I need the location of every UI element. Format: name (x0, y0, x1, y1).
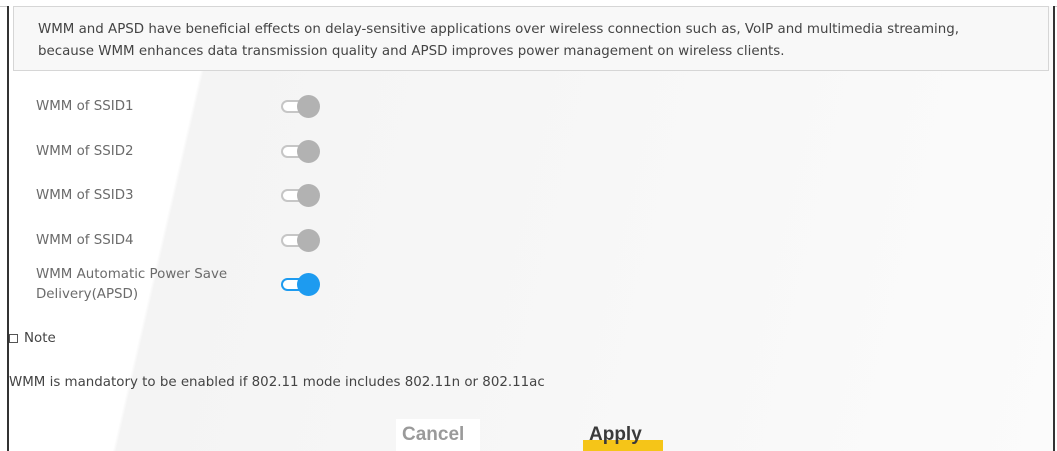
cancel-label: Cancel (402, 424, 465, 445)
wmm-ssid1-toggle[interactable] (281, 94, 323, 120)
toggle-knob (297, 184, 320, 207)
note-title: Note (24, 331, 56, 346)
setting-row-ssid1: WMM of SSID1 (36, 94, 323, 120)
note-icon (9, 334, 18, 343)
toggle-knob (297, 229, 320, 252)
wmm-ssid2-toggle[interactable] (281, 139, 323, 165)
apply-label: Apply (589, 424, 642, 445)
setting-row-ssid3: WMM of SSID3 (36, 183, 323, 209)
setting-row-ssid2: WMM of SSID2 (36, 139, 323, 165)
wmm-ssid3-toggle[interactable] (281, 183, 323, 209)
description-box: WMM and APSD have beneficial effects on … (13, 6, 1049, 71)
setting-label: WMM of SSID4 (36, 233, 134, 248)
setting-label: WMM of SSID2 (36, 144, 134, 159)
setting-row-apsd: WMM Automatic Power Save Delivery(APSD) (36, 262, 323, 308)
setting-row-ssid4: WMM of SSID4 (36, 228, 323, 254)
toggle-knob (297, 140, 320, 163)
wmm-ssid4-toggle[interactable] (281, 228, 323, 254)
wmm-settings-panel: WMM and APSD have beneficial effects on … (7, 6, 1055, 451)
toggle-knob (297, 273, 320, 296)
cancel-button[interactable]: Cancel (396, 419, 480, 451)
toggle-knob (297, 95, 320, 118)
setting-label: WMM of SSID3 (36, 188, 134, 203)
setting-label: WMM Automatic Power Save Delivery(APSD) (36, 267, 228, 302)
description-line-2: because WMM enhances data transmission q… (38, 44, 785, 59)
note-text: WMM is mandatory to be enabled if 802.11… (9, 375, 545, 390)
apply-button[interactable]: Apply (583, 419, 667, 451)
setting-label: WMM of SSID1 (36, 99, 134, 114)
note-heading: Note (9, 331, 56, 346)
description-line-1: WMM and APSD have beneficial effects on … (38, 22, 960, 37)
apsd-toggle[interactable] (281, 272, 323, 298)
